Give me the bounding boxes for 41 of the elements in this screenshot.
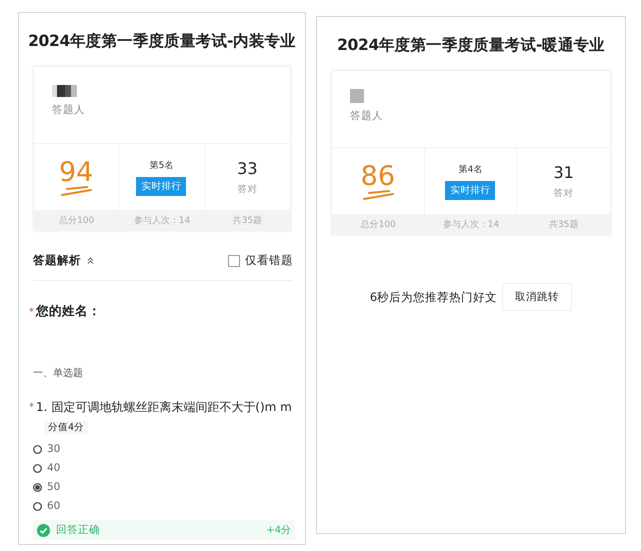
participant-count: 参与人次：14 (442, 218, 500, 230)
correct-label: 答对 (554, 186, 574, 200)
analysis-heading: 答题解析 (33, 253, 81, 268)
total-score: 总分100 (58, 214, 96, 226)
cancel-redirect-button[interactable]: 取消跳转 (502, 283, 572, 311)
total-score: 总分100 (360, 218, 397, 230)
required-mark: * (29, 307, 34, 318)
question-count: 共35题 (548, 218, 580, 230)
chevron-icon[interactable] (87, 257, 94, 264)
respondent-label: 答题人 (52, 103, 86, 117)
page-title: 2024年度第一季度质量考试-内装专业 (27, 31, 297, 52)
answer-option[interactable]: 40 (33, 460, 305, 476)
redacted-name-icon (52, 85, 78, 97)
redacted-name-icon (350, 89, 364, 103)
score-gain: +4分 (266, 524, 291, 537)
question-text: 1. 固定可调地轨螺丝距离末端间距不大于()m m (36, 400, 292, 414)
result-label: 回答正确 (56, 523, 100, 537)
section-heading: 一、单选题 (33, 366, 84, 380)
required-mark: * (29, 401, 34, 415)
correct-label: 答对 (237, 182, 258, 196)
wrong-only-checkbox[interactable]: 仅看错题 (228, 253, 293, 268)
rank-text: 第5名 (150, 160, 174, 172)
score-underline-icon (59, 186, 94, 196)
answer-option[interactable]: 60 (33, 498, 305, 514)
correct-count: 31 (553, 162, 574, 182)
correct-count: 33 (237, 158, 258, 178)
ranking-button[interactable]: 实时排行 (445, 180, 496, 200)
rank-text: 第4名 (458, 164, 482, 176)
question-count: 共35题 (232, 214, 264, 226)
score-value: 86 (360, 162, 395, 190)
points-tag: 分值4分 (44, 421, 88, 434)
score-underline-icon (360, 190, 395, 200)
ranking-button[interactable]: 实时排行 (136, 176, 186, 196)
page-title: 2024年度第一季度质量考试-暖通专业 (336, 35, 606, 56)
participant-count: 参与人次：14 (132, 214, 192, 226)
redirect-message: 6秒后为您推荐热门好文 (370, 290, 498, 304)
score-value: 94 (58, 158, 94, 186)
answer-option[interactable]: 50 (33, 479, 305, 495)
answer-option[interactable]: 30 (33, 441, 305, 457)
question-label: 您的姓名： (36, 303, 101, 318)
respondent-label: 答题人 (350, 109, 384, 123)
